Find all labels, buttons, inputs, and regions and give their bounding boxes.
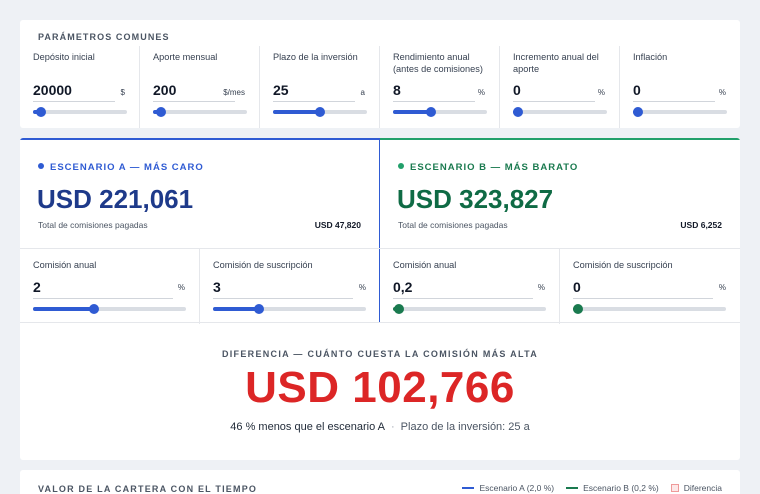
- slider-thumb[interactable]: [394, 304, 405, 314]
- scenario-a-fee-row: Comisión anual 2 % Comisión de suscripci…: [20, 248, 380, 324]
- difference-subtitle: 46 % menos que el escenario A · Plazo de l…: [20, 421, 740, 433]
- slider-thumb[interactable]: [253, 304, 264, 314]
- difference-title: DIFERENCIA — CUÁNTO CUESTA LA COMISIÓN M…: [221, 349, 539, 359]
- legend-box-icon: [670, 484, 679, 492]
- monthly-contribution-slider[interactable]: [153, 107, 247, 117]
- annual-return-input[interactable]: 8: [393, 82, 475, 102]
- scenario-a-annual-fee-input[interactable]: 2: [33, 279, 173, 299]
- param-label: Inflación: [633, 52, 668, 62]
- scenarios-card: ESCENARIO A — MÁS CARO USD 221,061 Total…: [20, 138, 740, 460]
- contribution-increase-slider[interactable]: [513, 107, 607, 117]
- scenario-b-subscription-fee: Comisión de suscripción 0 %: [560, 249, 740, 324]
- slider-thumb[interactable]: [513, 107, 523, 117]
- param-unit: $: [120, 88, 125, 97]
- scenario-a-annual-fee-slider[interactable]: [33, 304, 186, 314]
- param-investment-term: Plazo de la inversión 25 a: [260, 46, 380, 128]
- scenario-a-fees-value: USD 47,820: [314, 220, 361, 230]
- scenario-a-title: ESCENARIO A — MÁS CARO: [38, 162, 204, 173]
- scenario-b-fees-label: Total de comisiones pagadas: [398, 220, 508, 230]
- slider-thumb[interactable]: [633, 107, 643, 117]
- legend-item-difference[interactable]: Diferencia: [670, 483, 722, 493]
- param-monthly-contribution: Aporte mensual 200 $/mes: [140, 46, 260, 128]
- difference-percent-text: 46 % menos que el escenario A: [230, 421, 385, 433]
- scenario-b-subscription-fee-input[interactable]: 0: [573, 279, 713, 299]
- scenario-b-total: USD 323,827: [397, 184, 554, 214]
- fee-label: Comisión anual: [393, 260, 457, 270]
- scenario-a-subscription-fee: Comisión de suscripción 3 %: [200, 249, 380, 324]
- investment-term-input[interactable]: 25: [273, 82, 355, 102]
- contribution-increase-input[interactable]: 0: [513, 82, 595, 102]
- legend-label: Escenario B (0,2 %): [583, 483, 659, 493]
- param-unit: a: [360, 88, 365, 97]
- param-unit: %: [597, 88, 605, 97]
- scenario-a-title-text: ESCENARIO A — MÁS CARO: [50, 162, 204, 173]
- legend-item-scenario-a[interactable]: Escenario A (2,0 %): [462, 483, 554, 493]
- fee-unit: %: [177, 283, 185, 292]
- fee-label: Comisión de suscripción: [573, 260, 673, 270]
- chart-legend: Escenario A (2,0 %) Escenario B (0,2 %) …: [462, 483, 722, 493]
- param-label: Plazo de la inversión: [273, 52, 358, 62]
- inflation-input[interactable]: 0: [633, 82, 715, 102]
- common-parameters-title: PARÁMETROS COMUNES: [38, 32, 170, 42]
- scenario-a-annual-fee: Comisión anual 2 %: [20, 249, 200, 324]
- param-inflation: Inflación 0 %: [620, 46, 740, 128]
- portfolio-chart-card: VALOR DE LA CARTERA CON EL TIEMPO Escena…: [20, 470, 740, 494]
- param-label: Aporte mensual: [153, 52, 218, 62]
- scenario-b-annual-fee-input[interactable]: 0,2: [393, 279, 533, 299]
- scenario-a-dot-icon: [38, 163, 44, 169]
- fee-label: Comisión de suscripción: [213, 260, 313, 270]
- legend-line-icon: [566, 487, 579, 489]
- scenario-a-total: USD 221,061: [37, 184, 194, 214]
- scenario-b-annual-fee-slider[interactable]: [393, 304, 546, 314]
- scenario-a-fees-label: Total de comisiones pagadas: [38, 220, 148, 230]
- scenario-b-title-text: ESCENARIO B — MÁS BARATO: [410, 162, 579, 173]
- slider-thumb[interactable]: [425, 107, 436, 117]
- difference-panel: DIFERENCIA — CUÁNTO CUESTA LA COMISIÓN M…: [20, 322, 740, 460]
- difference-separator: ·: [391, 421, 395, 433]
- param-label: Depósito inicial: [33, 52, 95, 62]
- scenario-b-fee-row: Comisión anual 0,2 % Comisión de suscrip…: [380, 248, 740, 324]
- difference-value: USD 102,766: [245, 363, 515, 412]
- legend-item-scenario-b[interactable]: Escenario B (0,2 %): [566, 483, 659, 493]
- legend-label: Escenario A (2,0 %): [479, 483, 555, 493]
- legend-label: Diferencia: [683, 483, 722, 493]
- inflation-slider[interactable]: [633, 107, 727, 117]
- difference-term-text: Plazo de la inversión: 25 a: [400, 421, 530, 433]
- param-annual-return: Rendimiento anual (antes de comisiones) …: [380, 46, 500, 128]
- slider-thumb[interactable]: [315, 107, 325, 117]
- scenario-b-fees-value: USD 6,252: [680, 220, 722, 230]
- param-contribution-increase: Incremento anual del aporte 0 %: [500, 46, 620, 128]
- scenario-a-panel: ESCENARIO A — MÁS CARO USD 221,061 Total…: [20, 138, 380, 324]
- param-unit: %: [718, 88, 726, 97]
- common-parameters-card: PARÁMETROS COMUNES Depósito inicial 2000…: [20, 20, 740, 128]
- fee-unit: %: [718, 283, 726, 292]
- scenario-a-subscription-fee-slider[interactable]: [213, 304, 366, 314]
- slider-thumb[interactable]: [35, 107, 46, 117]
- initial-deposit-input[interactable]: 20000: [33, 82, 115, 102]
- fee-unit: %: [537, 283, 545, 292]
- scenario-a-subscription-fee-input[interactable]: 3: [213, 279, 353, 299]
- slider-thumb[interactable]: [89, 304, 100, 314]
- initial-deposit-slider[interactable]: [33, 107, 127, 117]
- scenario-b-dot-icon: [398, 163, 404, 169]
- fee-label: Comisión anual: [33, 260, 97, 270]
- param-label: Incremento anual del aporte: [513, 52, 599, 74]
- scenario-b-title: ESCENARIO B — MÁS BARATO: [398, 162, 578, 173]
- param-unit: %: [477, 88, 485, 97]
- fee-unit: %: [358, 283, 366, 292]
- param-label: Rendimiento anual (antes de comisiones): [393, 52, 483, 74]
- legend-line-icon: [462, 487, 475, 489]
- slider-thumb[interactable]: [573, 304, 583, 314]
- investment-term-slider[interactable]: [273, 107, 367, 117]
- chart-title: VALOR DE LA CARTERA CON EL TIEMPO: [38, 484, 258, 494]
- scenario-b-panel: ESCENARIO B — MÁS BARATO USD 323,827 Tot…: [380, 138, 740, 324]
- annual-return-slider[interactable]: [393, 107, 487, 117]
- param-initial-deposit: Depósito inicial 20000 $: [20, 46, 140, 128]
- common-parameters-row: Depósito inicial 20000 $ Aporte mensual …: [20, 46, 740, 128]
- slider-thumb[interactable]: [155, 107, 166, 117]
- param-unit: $/mes: [223, 88, 245, 97]
- scenario-b-annual-fee: Comisión anual 0,2 %: [380, 249, 560, 324]
- scenario-b-subscription-fee-slider[interactable]: [573, 304, 726, 314]
